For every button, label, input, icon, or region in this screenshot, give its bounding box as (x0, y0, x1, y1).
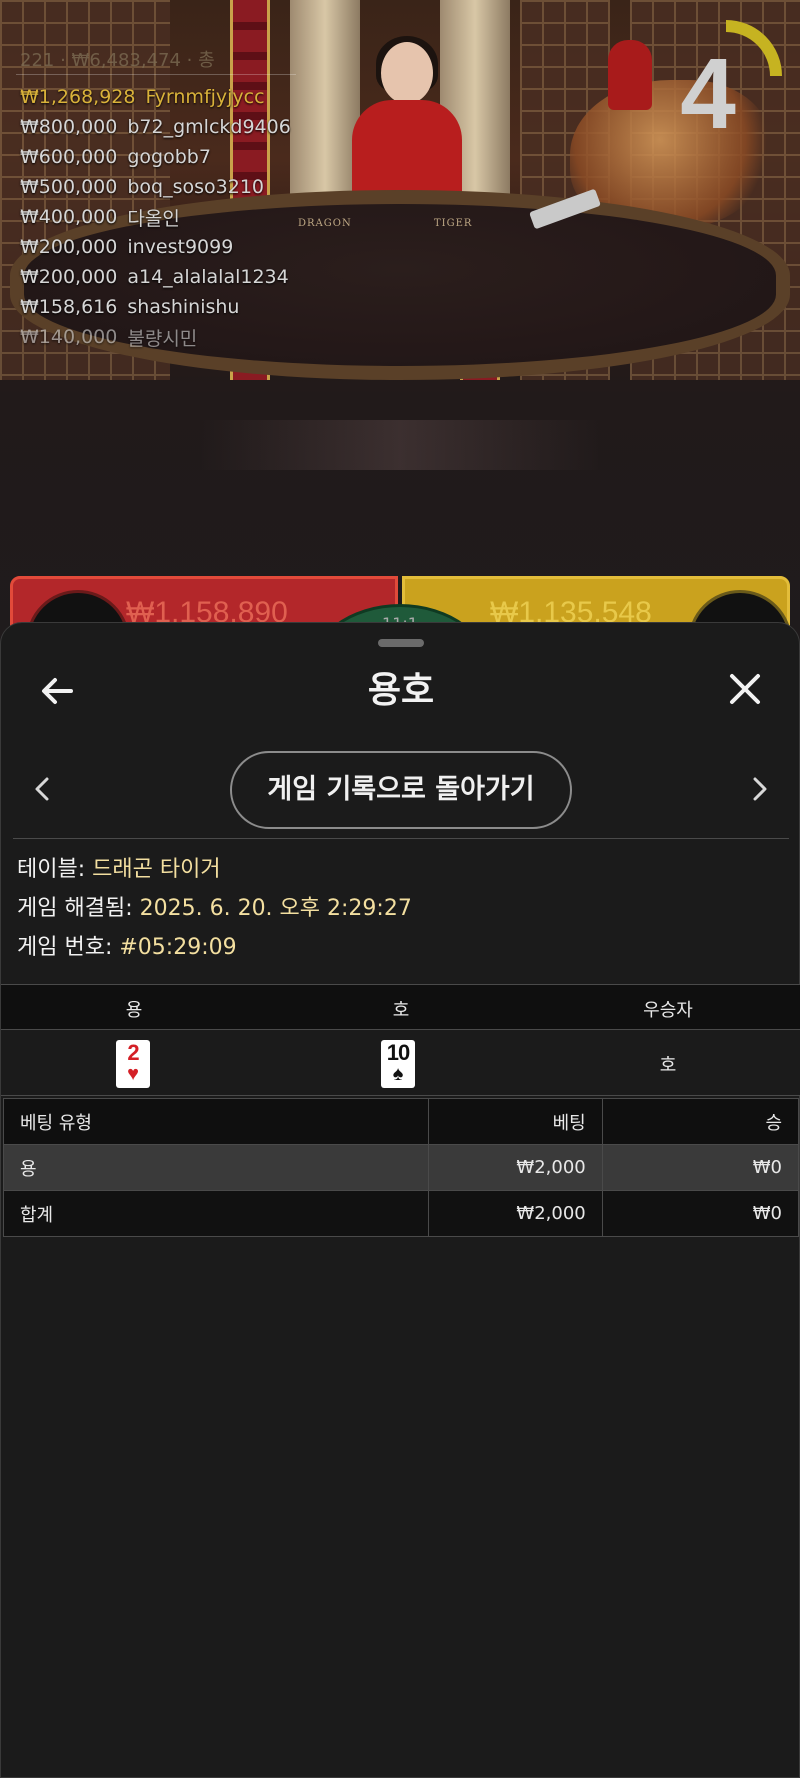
leaderboard-row: ₩500,000 boq_soso3210 (20, 172, 291, 202)
heart-suit-icon: ♥ (127, 1063, 139, 1085)
leader-name: 불량시민 (127, 327, 198, 350)
col-bet-type: 베팅 유형 (3, 1098, 429, 1145)
info-resolved: 게임 해결됨: 2025. 6. 20. 오후 2:29:27 (17, 894, 412, 924)
player-stats: 221 · ₩6,483,474 · 총 (20, 50, 215, 71)
leader-amount: ₩600,000 (20, 146, 118, 168)
leaderboard-row: ₩800,000 b72_gmlckd9406 (20, 112, 291, 142)
chevron-right-icon[interactable] (745, 769, 775, 809)
curtain (290, 0, 360, 200)
leader-amount: ₩400,000 (20, 206, 118, 228)
divider (13, 838, 789, 839)
leaderboard-row: ₩158,616 shashinishu (20, 292, 291, 322)
info-table-value: 드래곤 타이거 (92, 857, 221, 882)
info-game-number: 게임 번호: #05:29:09 (17, 933, 237, 963)
leaderboard-row: ₩600,000 gogobb7 (20, 142, 291, 172)
info-resolved-value: 2025. 6. 20. 오후 2:29:27 (139, 896, 412, 921)
col-win: 승 (601, 1098, 800, 1145)
close-icon[interactable] (725, 669, 765, 709)
leader-name: Fyrnmfjyjycc (145, 86, 265, 108)
leader-name: a14_alalalal1234 (127, 266, 289, 288)
card-rank: 10 (386, 1040, 410, 1065)
leader-amount: ₩200,000 (20, 236, 118, 258)
info-table-label: 테이블: (17, 857, 86, 882)
leader-amount: ₩158,616 (20, 296, 118, 318)
info-table: 테이블: 드래곤 타이거 (17, 855, 221, 885)
bet-type-cell: 용 (3, 1144, 429, 1191)
col-bet: 베팅 (427, 1098, 603, 1145)
win-amount-cell: ₩0 (601, 1144, 800, 1191)
table-row: 용 ₩2,000 ₩0 (3, 1144, 800, 1191)
spade-suit-icon: ♠ (392, 1063, 404, 1085)
leader-name: invest9099 (127, 236, 234, 258)
leader-amount: ₩140,000 (20, 326, 118, 348)
leader-name: b72_gmlckd9406 (127, 116, 291, 138)
info-number-label: 게임 번호: (17, 935, 113, 960)
leader-name: shashinishu (127, 296, 240, 318)
leaderboard: ₩1,268,928 Fyrnmfjyjycc ₩800,000 b72_gmlck… (20, 82, 291, 352)
header-winner: 우승자 (643, 1000, 693, 1021)
result-header-row: 용 호 우승자 (1, 984, 800, 1030)
leaderboard-row: ₩200,000 a14_alalalal1234 (20, 262, 291, 292)
countdown-timer: 4 (680, 38, 736, 150)
leader-amount: ₩200,000 (20, 266, 118, 288)
floor-reflection (200, 420, 600, 470)
app-screen: DRAGON TIGER 221 · ₩6,483,474 · 총 ₩1,268… (0, 0, 800, 1778)
leaderboard-row: ₩1,268,928 Fyrnmfjyjycc (20, 82, 291, 112)
game-history-sheet: 용호 게임 기록으로 돌아가기 테이블: 드래곤 타이거 게임 해결됨: 202… (0, 622, 800, 1778)
bets-table: 베팅 유형 베팅 승 용 ₩2,000 ₩0 합계 ₩2,000 ₩0 (3, 1098, 800, 1237)
dealer-face (381, 42, 433, 104)
total-win-cell: ₩0 (601, 1190, 800, 1237)
leaderboard-row: ₩200,000 invest9099 (20, 232, 291, 262)
leader-amount: ₩1,268,928 (20, 86, 136, 108)
result-cards-row: 2 ♥ 10 ♠ 호 (1, 1030, 800, 1096)
live-video-feed: DRAGON TIGER 221 · ₩6,483,474 · 총 ₩1,268… (0, 0, 800, 640)
info-number-value: #05:29:09 (119, 935, 237, 960)
chevron-left-icon[interactable] (27, 769, 57, 809)
info-resolved-label: 게임 해결됨: (17, 896, 133, 921)
total-bet-cell: ₩2,000 (427, 1190, 603, 1237)
leaderboard-row: ₩140,000 불량시민 (20, 322, 291, 352)
tiger-card: 10 ♠ (381, 1040, 415, 1088)
header-tiger: 호 (392, 1000, 410, 1021)
total-row: 합계 ₩2,000 ₩0 (3, 1190, 800, 1237)
leader-name: gogobb7 (127, 146, 211, 168)
table-label-tiger: TIGER (434, 218, 473, 229)
back-to-history-button[interactable]: 게임 기록으로 돌아가기 (230, 751, 572, 829)
stats-divider (16, 74, 296, 75)
sheet-title: 용호 (367, 670, 435, 711)
leaderboard-row: ₩400,000 다올인 (20, 202, 291, 232)
leader-amount: ₩800,000 (20, 116, 118, 138)
winner-value: 호 (659, 1055, 677, 1076)
bets-header-row: 베팅 유형 베팅 승 (3, 1098, 800, 1145)
header-dragon: 용 (125, 1000, 143, 1021)
card-rank: 2 (127, 1040, 139, 1065)
leader-name: 다올인 (127, 207, 180, 230)
leader-amount: ₩500,000 (20, 176, 118, 198)
leader-name: boq_soso3210 (127, 176, 265, 198)
total-label-cell: 합계 (3, 1190, 429, 1237)
table-label-dragon: DRAGON (298, 218, 352, 229)
dealer-secondary (608, 40, 652, 110)
bet-amount-cell: ₩2,000 (427, 1144, 603, 1191)
drag-handle[interactable] (378, 639, 424, 647)
dragon-card: 2 ♥ (116, 1040, 150, 1088)
